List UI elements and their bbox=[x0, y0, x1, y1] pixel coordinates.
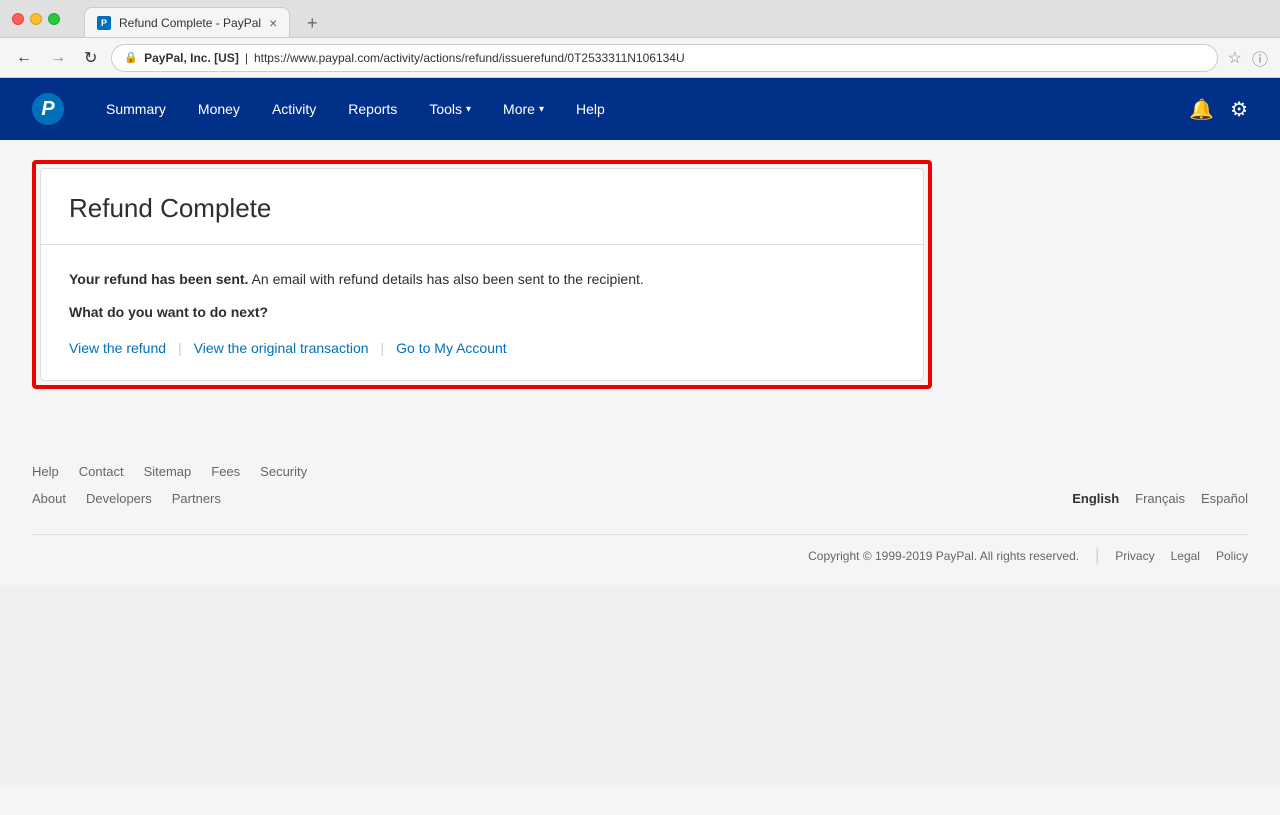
footer-divider: | bbox=[1095, 547, 1099, 565]
footer-link-contact[interactable]: Contact bbox=[79, 464, 124, 479]
footer-link-about[interactable]: About bbox=[32, 491, 66, 506]
nav-more[interactable]: More ▾ bbox=[489, 93, 558, 125]
footer-link-partners[interactable]: Partners bbox=[172, 491, 221, 506]
address-separator: | bbox=[245, 51, 248, 65]
browser-titlebar: P Refund Complete - PayPal × + bbox=[0, 0, 1280, 38]
logo-letter: P bbox=[41, 98, 54, 121]
view-refund-link[interactable]: View the refund bbox=[69, 340, 166, 356]
nav-summary[interactable]: Summary bbox=[92, 93, 180, 125]
lock-icon: 🔒 bbox=[124, 51, 138, 64]
forward-button[interactable]: → bbox=[46, 45, 70, 71]
footer-links-row-1: Help Contact Sitemap Fees Security bbox=[32, 464, 1248, 479]
refund-card: Refund Complete Your refund has been sen… bbox=[40, 168, 924, 381]
footer-link-sitemap[interactable]: Sitemap bbox=[144, 464, 192, 479]
main-nav: Summary Money Activity Reports Tools ▾ M… bbox=[92, 93, 1189, 125]
footer-link-security[interactable]: Security bbox=[260, 464, 307, 479]
footer-link-legal[interactable]: Legal bbox=[1171, 549, 1200, 563]
main-content: Refund Complete Your refund has been sen… bbox=[0, 140, 1280, 440]
close-window-button[interactable] bbox=[12, 13, 24, 25]
browser-tabs: P Refund Complete - PayPal × + bbox=[84, 0, 326, 37]
settings-gear-icon[interactable]: ⚙ bbox=[1230, 97, 1248, 122]
language-spanish[interactable]: Español bbox=[1201, 491, 1248, 506]
refund-card-body: Your refund has been sent. An email with… bbox=[41, 245, 923, 380]
footer-copyright-row: Copyright © 1999-2019 PayPal. All rights… bbox=[32, 534, 1248, 565]
tools-chevron: ▾ bbox=[466, 104, 471, 115]
view-original-transaction-link[interactable]: View the original transaction bbox=[194, 340, 369, 356]
more-chevron: ▾ bbox=[539, 104, 544, 115]
back-button[interactable]: ← bbox=[12, 45, 36, 71]
minimize-window-button[interactable] bbox=[30, 13, 42, 25]
active-tab[interactable]: P Refund Complete - PayPal × bbox=[84, 7, 290, 37]
language-french[interactable]: Français bbox=[1135, 491, 1185, 506]
address-bar[interactable]: 🔒 PayPal, Inc. [US] | https://www.paypal… bbox=[111, 44, 1217, 72]
window-controls bbox=[12, 13, 60, 25]
paypal-header: P Summary Money Activity Reports Tools ▾… bbox=[0, 78, 1280, 140]
address-company: PayPal, Inc. [US] bbox=[144, 51, 239, 65]
header-icons: 🔔 ⚙ bbox=[1189, 97, 1248, 122]
go-to-my-account-link[interactable]: Go to My Account bbox=[396, 340, 507, 356]
refund-sent-rest: An email with refund details has also be… bbox=[248, 271, 643, 287]
empty-gray-area bbox=[0, 585, 1280, 785]
footer-link-privacy[interactable]: Privacy bbox=[1115, 549, 1154, 563]
paypal-logo: P bbox=[32, 93, 64, 125]
maximize-window-button[interactable] bbox=[48, 13, 60, 25]
refund-next-question: What do you want to do next? bbox=[69, 304, 895, 320]
copyright-text: Copyright © 1999-2019 PayPal. All rights… bbox=[808, 549, 1079, 563]
address-url: https://www.paypal.com/activity/actions/… bbox=[254, 51, 1205, 65]
refund-title: Refund Complete bbox=[69, 193, 895, 224]
footer-links-row-2: About Developers Partners bbox=[32, 491, 221, 506]
refund-actions: View the refund | View the original tran… bbox=[69, 340, 895, 356]
footer-language-selector: English Français Español bbox=[1072, 491, 1248, 506]
refund-sent-bold: Your refund has been sent. bbox=[69, 271, 248, 287]
browser-addressbar: ← → ↻ 🔒 PayPal, Inc. [US] | https://www.… bbox=[0, 38, 1280, 78]
refund-sent-message: Your refund has been sent. An email with… bbox=[69, 269, 895, 290]
footer-link-help[interactable]: Help bbox=[32, 464, 59, 479]
footer: Help Contact Sitemap Fees Security About… bbox=[0, 440, 1280, 585]
pipe-separator-1: | bbox=[178, 340, 182, 356]
paypal-app: P Summary Money Activity Reports Tools ▾… bbox=[0, 78, 1280, 785]
language-english[interactable]: English bbox=[1072, 491, 1119, 506]
footer-link-fees[interactable]: Fees bbox=[211, 464, 240, 479]
tab-favicon: P bbox=[97, 16, 111, 30]
nav-reports[interactable]: Reports bbox=[334, 93, 411, 125]
info-icon[interactable]: ⓘ bbox=[1252, 46, 1268, 70]
pipe-separator-2: | bbox=[381, 340, 385, 356]
browser-chrome: P Refund Complete - PayPal × + ← → ↻ 🔒 P… bbox=[0, 0, 1280, 78]
notification-bell-icon[interactable]: 🔔 bbox=[1189, 97, 1214, 122]
nav-money[interactable]: Money bbox=[184, 93, 254, 125]
nav-activity[interactable]: Activity bbox=[258, 93, 330, 125]
content-wrapper: Refund Complete Your refund has been sen… bbox=[32, 160, 1248, 420]
refresh-button[interactable]: ↻ bbox=[80, 44, 101, 72]
tab-title: Refund Complete - PayPal bbox=[119, 16, 261, 30]
nav-help[interactable]: Help bbox=[562, 93, 619, 125]
footer-link-policy[interactable]: Policy bbox=[1216, 549, 1248, 563]
bookmark-icon[interactable]: ☆ bbox=[1228, 48, 1242, 68]
footer-link-developers[interactable]: Developers bbox=[86, 491, 152, 506]
new-tab-button[interactable]: + bbox=[298, 9, 326, 37]
tab-close-button[interactable]: × bbox=[269, 15, 277, 31]
highlight-box: Refund Complete Your refund has been sen… bbox=[32, 160, 932, 389]
nav-tools[interactable]: Tools ▾ bbox=[415, 93, 485, 125]
refund-card-header: Refund Complete bbox=[41, 169, 923, 245]
